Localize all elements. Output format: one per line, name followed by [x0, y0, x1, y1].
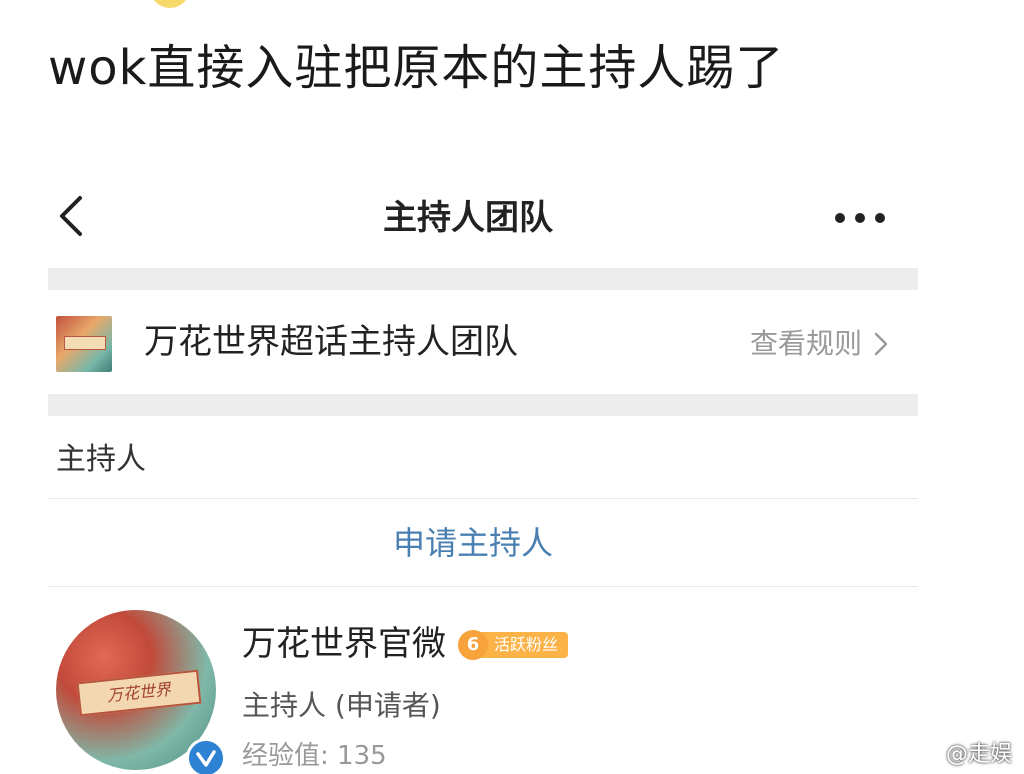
- host-role: 主持人 (申请者): [242, 689, 441, 722]
- post-caption: wok直接入驻把原本的主持人踢了: [48, 40, 785, 96]
- weibo-icon: [904, 743, 938, 769]
- host-name[interactable]: 万花世界官微: [242, 620, 446, 668]
- watermark-text: @走娱: [945, 742, 1012, 767]
- team-thumbnail: [56, 316, 112, 372]
- verified-badge: [186, 738, 226, 774]
- team-name: 万花世界超话主持人团队: [144, 322, 518, 362]
- divider: [48, 586, 918, 587]
- team-row[interactable]: 万花世界超话主持人团队 查看规则: [48, 292, 918, 392]
- page-title: 主持人团队: [383, 198, 553, 238]
- chevron-right-icon: [874, 332, 888, 356]
- view-rules-label: 查看规则: [749, 327, 862, 360]
- fan-badge: 6 活跃粉丝: [458, 630, 569, 660]
- fan-badge-text: 活跃粉丝: [480, 632, 569, 658]
- host-list-item[interactable]: 万花世界 万花世界官微 6 活跃粉丝 主持人 (申请者) 经验值: 135: [48, 600, 918, 774]
- host-exp: 经验值: 135: [242, 741, 387, 771]
- nav-bar: 主持人团队: [48, 170, 918, 266]
- section-gap: [48, 394, 918, 416]
- apply-host-button[interactable]: 申请主持人: [48, 500, 898, 586]
- section-label-hosts: 主持人: [56, 442, 146, 477]
- avatar-plaque: 万花世界: [76, 669, 202, 717]
- section-gap: [48, 268, 918, 290]
- weibo-watermark: @走娱: [904, 740, 1012, 770]
- fan-level: 6: [458, 630, 488, 660]
- more-dots-icon: [835, 213, 885, 223]
- emoji-fragment: [150, 0, 190, 8]
- app-screenshot: 主持人团队 万花世界超话主持人团队 查看规则 主持人 申请主持人 万花世界 万花…: [48, 170, 918, 774]
- view-rules-link[interactable]: 查看规则: [750, 324, 890, 364]
- divider: [48, 498, 918, 499]
- verified-check-icon: [196, 750, 216, 767]
- page: wok直接入驻把原本的主持人踢了 主持人团队 万花世界超话主持人团队 查看规则 …: [0, 0, 1024, 774]
- more-button[interactable]: [830, 198, 890, 238]
